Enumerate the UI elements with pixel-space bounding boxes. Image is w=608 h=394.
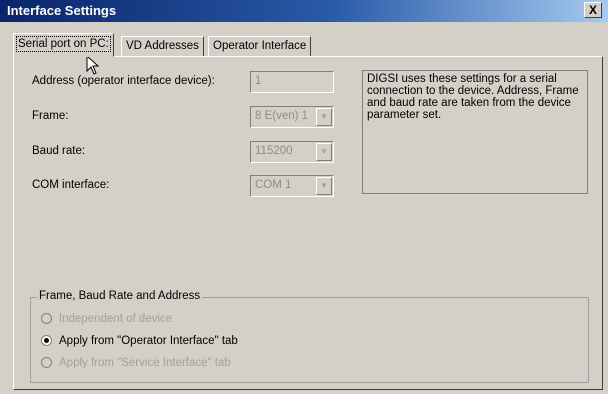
radio-button-icon bbox=[41, 313, 52, 324]
radio-operator-interface-label: Apply from "Operator Interface" tab bbox=[59, 335, 238, 347]
radio-independent-label: Independent of device bbox=[59, 313, 173, 325]
com-interface-label: COM interface: bbox=[32, 179, 110, 191]
tab-operator-interface[interactable]: Operator Interface bbox=[208, 36, 312, 56]
tab-operator-interface-label: Operator Interface bbox=[213, 40, 307, 52]
tab-serial-port[interactable]: Serial port on PC: bbox=[13, 33, 114, 57]
frame-dropdown-arrow-icon[interactable]: ▼ bbox=[316, 108, 332, 126]
radio-independent-of-device[interactable]: Independent of device bbox=[41, 313, 172, 325]
tab-vd-addresses-label: VD Addresses bbox=[126, 40, 199, 52]
group-title: Frame, Baud Rate and Address bbox=[37, 290, 203, 302]
tab-vd-addresses[interactable]: VD Addresses bbox=[121, 36, 204, 56]
title-bar: Interface Settings X bbox=[0, 0, 608, 22]
tab-panel: Address (operator interface device): 1 F… bbox=[13, 56, 603, 390]
mouse-pointer-icon bbox=[86, 55, 100, 75]
tab-serial-port-label: Serial port on PC: bbox=[16, 36, 111, 52]
baud-rate-label: Baud rate: bbox=[32, 145, 86, 157]
frame-dropdown[interactable]: 8 E(ven) 1 ▼ bbox=[250, 106, 334, 128]
info-text-box: DIGSI uses these settings for a serial c… bbox=[362, 70, 588, 194]
close-button[interactable]: X bbox=[584, 2, 602, 18]
com-interface-dropdown[interactable]: COM 1 ▼ bbox=[250, 175, 334, 197]
frame-baud-address-group: Frame, Baud Rate and Address Independent… bbox=[30, 290, 589, 383]
address-label: Address (operator interface device): bbox=[32, 75, 215, 87]
baud-rate-dropdown[interactable]: 115200 ▼ bbox=[250, 141, 334, 163]
baud-rate-value: 115200 bbox=[255, 145, 293, 157]
frame-label: Frame: bbox=[32, 110, 69, 122]
com-interface-dropdown-arrow-icon[interactable]: ▼ bbox=[316, 177, 332, 195]
radio-apply-from-service-interface[interactable]: Apply from "Service Interface" tab bbox=[41, 357, 231, 369]
address-field[interactable]: 1 bbox=[250, 71, 334, 93]
address-value: 1 bbox=[255, 75, 262, 87]
radio-button-checked-icon bbox=[41, 335, 52, 346]
window-title: Interface Settings bbox=[7, 3, 117, 18]
radio-service-interface-label: Apply from "Service Interface" tab bbox=[59, 357, 231, 369]
radio-button-icon bbox=[41, 357, 52, 368]
baud-rate-dropdown-arrow-icon[interactable]: ▼ bbox=[316, 143, 332, 161]
radio-apply-from-operator-interface[interactable]: Apply from "Operator Interface" tab bbox=[41, 335, 238, 347]
info-text: DIGSI uses these settings for a serial c… bbox=[367, 73, 579, 121]
com-interface-value: COM 1 bbox=[255, 179, 292, 191]
frame-value: 8 E(ven) 1 bbox=[255, 110, 309, 122]
